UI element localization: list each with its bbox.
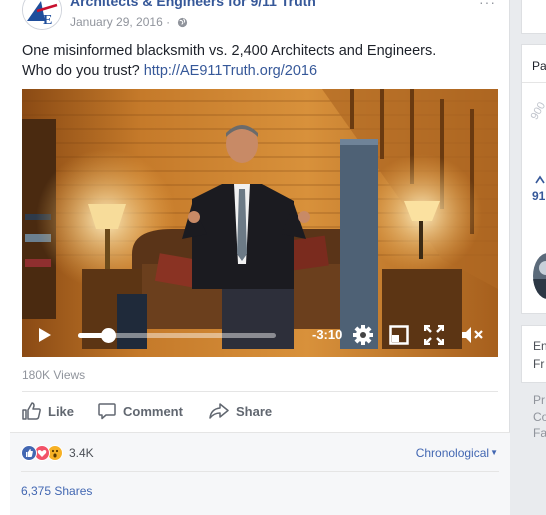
rail-fr-fragment[interactable]: Fr [533,357,544,371]
video-progress-track[interactable] [78,328,276,343]
rail-avatar[interactable] [533,253,546,299]
like-reaction-icon [21,445,37,461]
globe-icon [178,17,188,28]
svg-text:900: 900 [530,100,546,122]
post-message-prefix: Who do you trust? [22,63,144,79]
rail-footer-links: Pr Co Fa [521,391,546,451]
post-dot-separator: · [166,15,174,29]
page-name-link[interactable]: Architects & Engineers for 9/11 Truth [70,0,370,9]
fullscreen-icon[interactable] [424,325,444,345]
comment-sort-label: Chronological [415,446,490,460]
view-count: 180K Views [22,368,86,382]
rail-page-card: Pa 900 91 [521,44,546,314]
reaction-count[interactable]: 3.4K [69,446,94,460]
footer-divider [21,471,499,472]
post-message-line2: Who do you trust? http://AE911Truth.org/… [22,61,492,81]
share-button[interactable]: Share [209,392,272,430]
video-time-remaining: -3:10 [312,327,343,342]
thumbs-up-icon [22,402,41,420]
share-label: Share [236,403,273,419]
post-timestamp[interactable]: January 29, 2016 · [70,15,188,29]
gear-icon[interactable] [352,324,374,346]
post-date-text[interactable]: January 29, 2016 [70,15,163,29]
comment-button[interactable]: Comment [98,392,183,430]
reactions-summary[interactable]: 3.4K [21,444,94,462]
post-options-menu[interactable]: ··· [479,0,496,10]
video-controls: -3:10 [22,313,498,357]
svg-text:E: E [43,13,52,28]
rail-fa-fragment[interactable]: Fa [533,426,546,440]
picture-in-picture-icon[interactable] [389,325,409,345]
action-bar: Like Comment Share [22,392,498,430]
like-button[interactable]: Like [22,392,74,430]
rail-en-fragment[interactable]: En [533,339,546,353]
post-card: E Architects & Engineers for 9/11 Truth … [0,0,510,515]
like-label: Like [48,403,75,419]
comment-sort-dropdown[interactable]: Chronological▼ [416,446,498,460]
mute-icon[interactable] [460,325,484,345]
share-count-link[interactable]: 6,375 Shares [21,484,92,498]
play-icon[interactable] [38,327,52,343]
rail-logo-fragment: 900 [530,100,546,122]
rail-pr-fragment[interactable]: Pr [533,393,545,407]
comment-label: Comment [123,403,183,419]
rail-language-card: En Fr [521,325,546,383]
post-message: One misinformed blacksmith vs. 2,400 Arc… [22,41,492,81]
rail-count-fragment[interactable]: 91 [532,189,545,203]
rail-card-top [521,0,546,34]
video-player[interactable]: -3:10 [22,89,498,357]
post-message-line1: One misinformed blacksmith vs. 2,400 Arc… [22,43,437,59]
video-scrubber-handle[interactable] [100,328,116,343]
comments-section: 3.4K Chronological▼ 6,375 Shares [10,432,510,515]
rail-co-fragment[interactable]: Co [533,410,546,424]
caret-down-icon: ▼ [490,448,498,457]
comment-bubble-icon [98,403,116,420]
rail-arrow-icon [535,175,545,184]
page-avatar[interactable]: E [22,0,62,30]
post-link[interactable]: http://AE911Truth.org/2016 [144,63,317,79]
post-header: E Architects & Engineers for 9/11 Truth … [0,0,510,36]
rail-divider [522,82,546,83]
share-arrow-icon [209,403,229,419]
rail-page-label[interactable]: Pa [532,59,546,73]
